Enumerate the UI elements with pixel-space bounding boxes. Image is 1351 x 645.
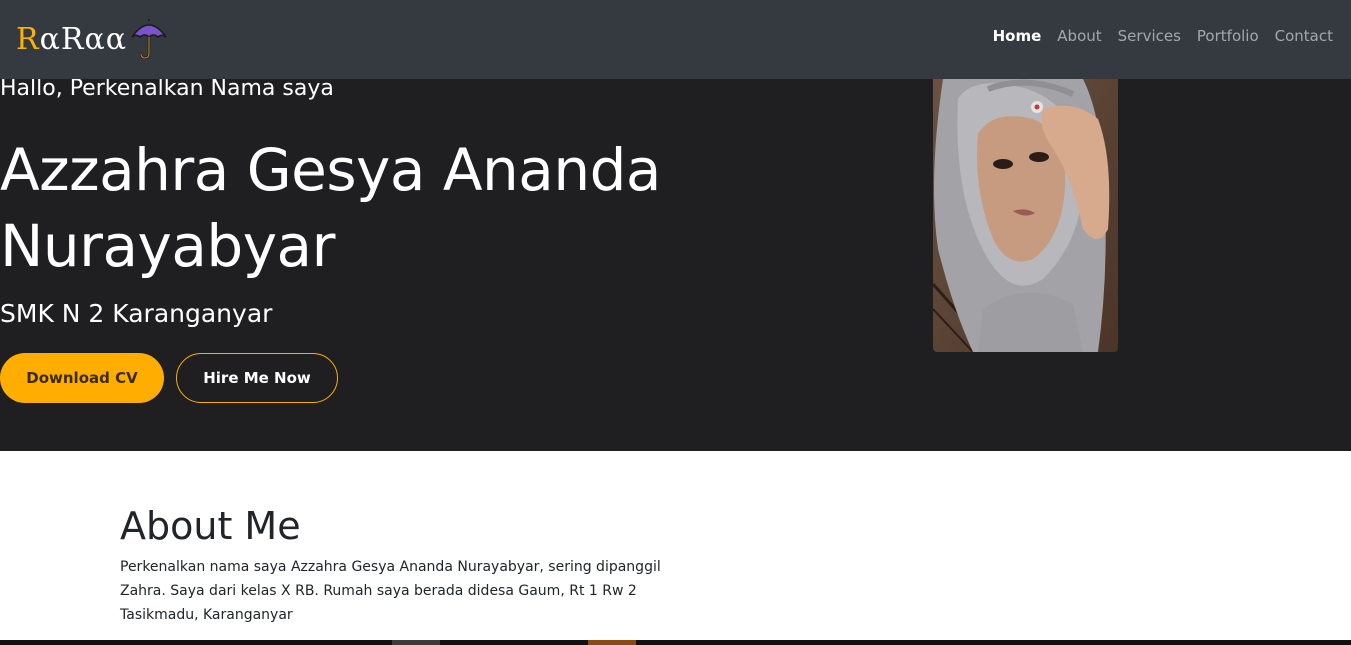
- about-section: About Me Perkenalkan nama saya Azzahra G…: [0, 451, 1351, 640]
- nav-services[interactable]: Services: [1118, 27, 1181, 45]
- download-cv-button[interactable]: Download CV: [0, 353, 164, 403]
- nav-contact[interactable]: Contact: [1275, 27, 1333, 45]
- nav-about[interactable]: About: [1057, 27, 1101, 45]
- navbar: RαRαα Home About Services Portfolio Cont…: [0, 0, 1351, 79]
- hero-greeting: Hallo, Perkenalkan Nama saya: [0, 76, 334, 101]
- hero-section: Hallo, Perkenalkan Nama saya Azzahra Ges…: [0, 76, 1351, 451]
- hero-school: SMK N 2 Karanganyar: [0, 299, 273, 328]
- next-section-image-edge: [392, 640, 440, 645]
- brand-text: αRαα: [39, 22, 127, 57]
- nav-links: Home About Services Portfolio Contact: [993, 27, 1333, 45]
- hire-me-button[interactable]: Hire Me Now: [176, 353, 338, 403]
- next-section-image-edge: [588, 640, 636, 645]
- about-text: Perkenalkan nama saya Azzahra Gesya Anan…: [120, 559, 661, 623]
- profile-photo: [933, 79, 1118, 352]
- nav-portfolio[interactable]: Portfolio: [1197, 27, 1259, 45]
- brand-first-letter: R: [16, 22, 40, 57]
- next-section-edge: [0, 640, 1351, 645]
- hero-name: Azzahra Gesya Ananda Nurayabyar: [0, 136, 661, 280]
- nav-home[interactable]: Home: [993, 27, 1042, 45]
- about-title: About Me: [120, 504, 301, 548]
- umbrella-icon: [129, 19, 169, 61]
- brand-logo[interactable]: RαRαα: [16, 19, 169, 61]
